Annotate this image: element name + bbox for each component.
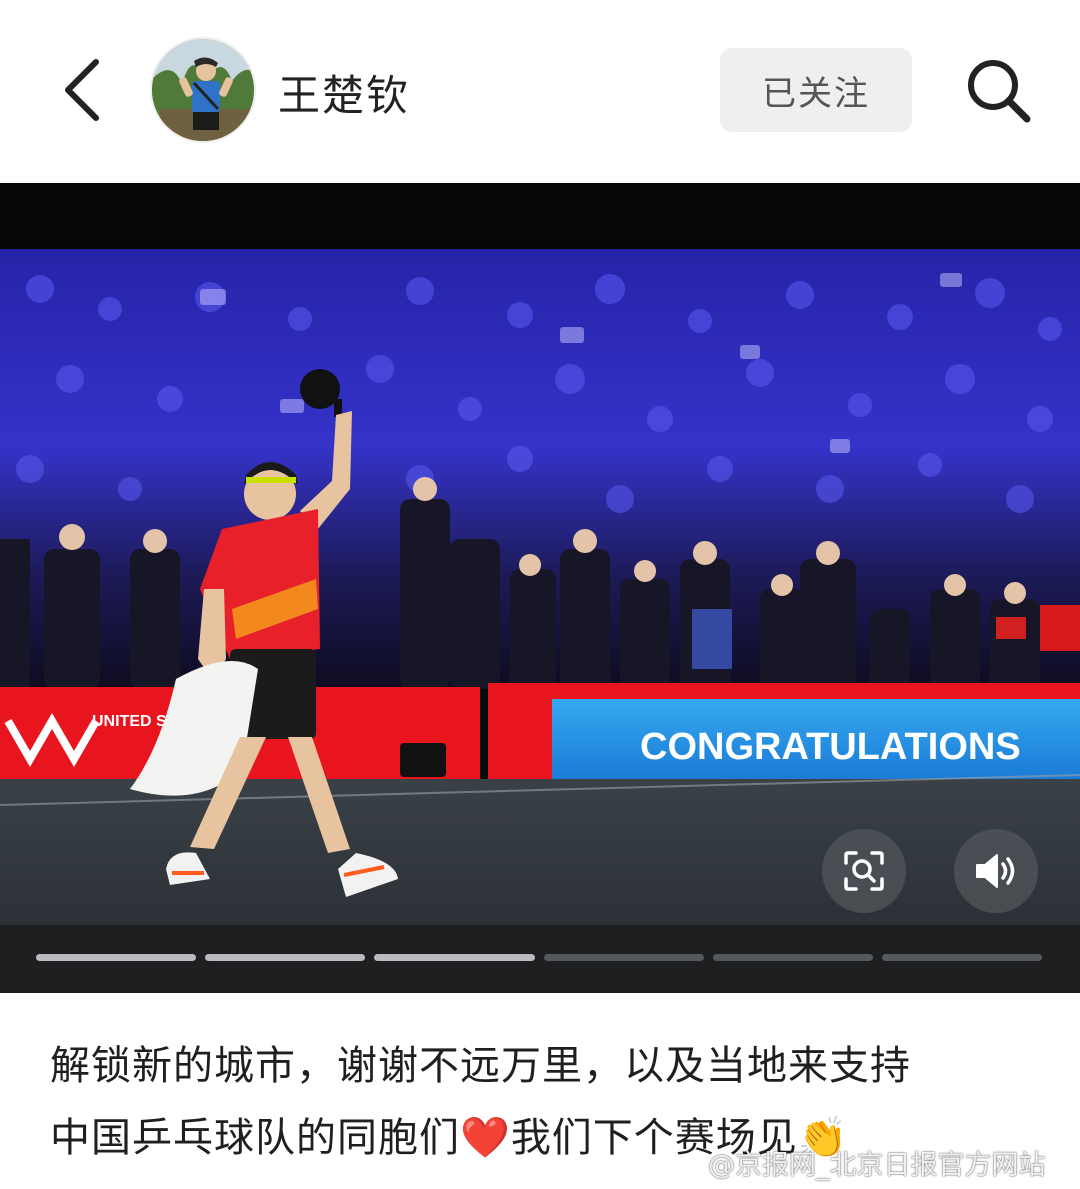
heart-emoji: ❤️ — [460, 1115, 511, 1161]
media-viewer[interactable]: UNITED STA SMA CONGRATULATIONS — [0, 183, 1080, 993]
search-icon — [968, 60, 1031, 123]
avatar[interactable] — [150, 37, 256, 143]
zoom-button[interactable] — [822, 829, 906, 913]
chevron-left-icon — [65, 59, 99, 121]
media-letterbox-top — [0, 183, 1080, 249]
post-photo[interactable]: UNITED STA SMA CONGRATULATIONS — [0, 249, 1080, 925]
search-button[interactable] — [958, 50, 1038, 130]
back-button[interactable] — [52, 52, 112, 128]
speaker-volume-icon — [976, 854, 1015, 888]
profile-header: 王楚钦 已关注 — [0, 0, 1080, 183]
slide-progress — [36, 954, 1043, 962]
username[interactable]: 王楚钦 — [278, 62, 410, 123]
progress-segment — [881, 954, 1043, 961]
watermark-text: @京报网_北京日报官方网站 — [708, 1150, 1046, 1181]
caption-text: 中国乒乓球队的同胞们 — [50, 1115, 460, 1161]
following-button[interactable]: 已关注 — [720, 48, 912, 132]
watermark: @京报网_北京日报官方网站 — [666, 1143, 1046, 1182]
weibo-logo-icon — [666, 1151, 701, 1176]
progress-segment — [36, 954, 197, 961]
scan-zoom-icon — [844, 851, 884, 891]
progress-segment — [543, 954, 704, 961]
congratulations-banner: CONGRATULATIONS — [640, 726, 1021, 768]
progress-segment — [712, 954, 873, 961]
caption-line-1: 解锁新的城市，谢谢不远万里，以及当地来支持 — [50, 1043, 911, 1089]
progress-segment — [374, 954, 535, 961]
sound-button[interactable] — [954, 829, 1038, 913]
progress-segment — [205, 954, 366, 961]
